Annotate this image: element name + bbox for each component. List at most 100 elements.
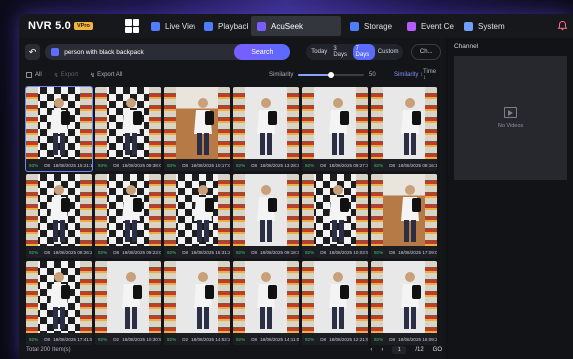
result-thumbnail[interactable] bbox=[164, 87, 230, 159]
shelf-left bbox=[164, 261, 176, 333]
shelf-left bbox=[95, 87, 107, 159]
export-selected[interactable]: ↯ Export bbox=[54, 72, 78, 79]
sort-by-time[interactable]: Time ↕ bbox=[423, 69, 440, 81]
range-option[interactable]: 3 Days bbox=[330, 44, 352, 60]
result-card[interactable]: 92% D8 18/08/2025 09:27:34 bbox=[302, 87, 368, 171]
result-thumbnail[interactable] bbox=[302, 174, 368, 246]
result-thumbnail[interactable] bbox=[164, 261, 230, 333]
tab-event-ce[interactable]: Event Ce bbox=[401, 16, 455, 36]
brand-badge: VPro bbox=[73, 22, 93, 30]
result-card[interactable]: 93% D8 18/08/2025 09:38:02 bbox=[95, 87, 161, 171]
result-card[interactable]: 92% D8 18/08/2025 12:21:56 bbox=[302, 261, 368, 345]
capture-time: 18/08/2025 10:30:58 bbox=[122, 336, 161, 342]
range-option[interactable]: 7 Days bbox=[352, 44, 375, 60]
result-thumbnail[interactable] bbox=[95, 87, 161, 159]
result-card[interactable]: 92% D8 18/08/2025 09:23:08 bbox=[95, 174, 161, 258]
result-card[interactable]: 92% D2 18/08/2025 10:30:58 bbox=[95, 261, 161, 345]
tab-system-c[interactable]: System c bbox=[458, 16, 506, 36]
result-meta: 93% D8 18/08/2025 15:21:16 bbox=[26, 159, 92, 171]
range-option[interactable]: Today bbox=[308, 47, 330, 57]
result-thumbnail[interactable] bbox=[164, 174, 230, 246]
select-all[interactable]: All bbox=[26, 72, 42, 78]
go-button[interactable]: GO bbox=[433, 347, 442, 353]
range-option[interactable]: Custom bbox=[375, 47, 402, 57]
sort-by-similarity[interactable]: Similarity ↕ bbox=[394, 72, 423, 78]
result-card[interactable]: 92% D8 18/08/2025 15:31:28 bbox=[164, 174, 230, 258]
prev-page-icon[interactable]: ‹ bbox=[370, 347, 372, 353]
camera-channel: D8 bbox=[389, 336, 396, 342]
similarity-score: 92% bbox=[29, 249, 39, 255]
result-thumbnail[interactable] bbox=[371, 261, 437, 333]
similarity-label: Similarity bbox=[269, 72, 294, 78]
result-card[interactable]: 92% D8 18/08/2025 08:16:13 bbox=[371, 87, 437, 171]
result-thumbnail[interactable] bbox=[233, 261, 299, 333]
similarity-score: 92% bbox=[305, 336, 315, 342]
result-thumbnail[interactable] bbox=[95, 261, 161, 333]
similarity-slider[interactable] bbox=[298, 72, 364, 78]
result-thumbnail[interactable] bbox=[26, 261, 92, 333]
result-meta: 92% D8 18/08/2025 10:03:56 bbox=[302, 246, 368, 258]
next-page-icon[interactable]: › bbox=[381, 347, 383, 353]
notification-bell-icon[interactable] bbox=[557, 20, 568, 31]
search-input[interactable] bbox=[64, 48, 235, 56]
result-card[interactable]: 92% D8 18/08/2025 09:18:35 bbox=[233, 174, 299, 258]
result-meta: 92% D8 18/08/2025 17:41:52 bbox=[26, 333, 92, 345]
result-card[interactable]: 92% D8 18/08/2025 17:09:07 bbox=[371, 174, 437, 258]
result-thumbnail[interactable] bbox=[26, 87, 92, 159]
export-all[interactable]: ↯ Export All bbox=[90, 72, 122, 79]
result-card[interactable]: 92% D8 18/08/2025 14:11:07 bbox=[233, 261, 299, 345]
shelf-left bbox=[26, 174, 38, 246]
capture-time: 18/08/2025 09:18:35 bbox=[260, 249, 299, 255]
result-card[interactable]: 92% D8 18/08/2025 17:41:52 bbox=[26, 261, 92, 345]
result-card[interactable]: 93% D8 18/08/2025 10:17:07 bbox=[164, 87, 230, 171]
similarity-score: 93% bbox=[29, 162, 39, 168]
result-meta: 92% D8 18/08/2025 16:09:23 bbox=[371, 333, 437, 345]
shelf-right bbox=[80, 174, 92, 246]
result-thumbnail[interactable] bbox=[371, 87, 437, 159]
result-card[interactable]: 92% D8 18/08/2025 08:26:29 bbox=[26, 174, 92, 258]
person-figure bbox=[44, 95, 74, 159]
result-card[interactable]: 92% D8 18/08/2025 10:03:56 bbox=[302, 174, 368, 258]
tab-storage[interactable]: Storage bbox=[344, 16, 398, 36]
search-row: ↶ Search Today3 Days7 DaysCustom Ch... bbox=[25, 44, 441, 60]
app-grid-icon[interactable] bbox=[125, 19, 139, 33]
system-gear-icon bbox=[464, 21, 473, 31]
tab-live-view[interactable]: Live View bbox=[145, 16, 195, 36]
channel-button[interactable]: Ch... bbox=[411, 44, 441, 60]
shelf-right bbox=[80, 87, 92, 159]
result-thumbnail[interactable] bbox=[233, 87, 299, 159]
result-thumbnail[interactable] bbox=[302, 261, 368, 333]
similarity-score: 92% bbox=[98, 336, 108, 342]
similarity-score: 92% bbox=[374, 336, 384, 342]
page-number-input[interactable]: 1 bbox=[392, 346, 407, 354]
camera-channel: D8 bbox=[44, 249, 51, 255]
result-thumbnail[interactable] bbox=[302, 87, 368, 159]
camera-channel: D8 bbox=[389, 162, 396, 168]
person-figure bbox=[116, 269, 146, 333]
result-card[interactable]: 93% D8 18/08/2025 15:21:16 bbox=[25, 86, 93, 172]
back-button[interactable]: ↶ bbox=[25, 44, 41, 60]
camera-channel: D8 bbox=[182, 162, 189, 168]
person-figure bbox=[395, 182, 425, 246]
tab-label: Event Ce bbox=[421, 21, 454, 31]
result-thumbnail[interactable] bbox=[26, 174, 92, 246]
person-figure bbox=[44, 269, 74, 333]
person-figure bbox=[188, 182, 218, 246]
search-button[interactable]: Search bbox=[234, 44, 291, 60]
pager: ‹ › 1 /12 GO bbox=[370, 346, 442, 354]
result-thumbnail[interactable] bbox=[233, 174, 299, 246]
result-card[interactable]: 92% D8 18/08/2025 16:09:23 bbox=[371, 261, 437, 345]
result-card[interactable]: 92% D8 18/08/2025 13:28:36 bbox=[233, 87, 299, 171]
shelf-left bbox=[371, 174, 383, 246]
similarity-slider-handle[interactable] bbox=[328, 72, 334, 78]
tab-acuseek[interactable]: AcuSeek bbox=[251, 16, 341, 36]
brand-name: NVR 5.0 bbox=[28, 20, 71, 32]
shelf-left bbox=[302, 261, 314, 333]
result-card[interactable]: 92% D2 18/08/2025 14:52:21 bbox=[164, 261, 230, 345]
select-all-checkbox[interactable] bbox=[26, 72, 32, 78]
result-meta: 92% D8 18/08/2025 09:18:35 bbox=[233, 246, 299, 258]
result-thumbnail[interactable] bbox=[371, 174, 437, 246]
tab-playback[interactable]: Playback bbox=[198, 16, 248, 36]
camera-channel: D2 bbox=[113, 336, 120, 342]
result-thumbnail[interactable] bbox=[95, 174, 161, 246]
